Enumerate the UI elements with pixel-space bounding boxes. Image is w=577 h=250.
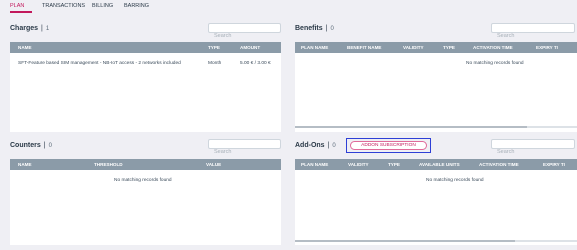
addons-col-activation-time[interactable]: ACTIVATION TIME <box>479 159 519 170</box>
active-tab-indicator <box>10 11 32 13</box>
benefits-col-type[interactable]: TYPE <box>443 42 455 53</box>
charges-cell-name: SFT-Feature based SIM management - NB-Io… <box>18 61 181 66</box>
counters-title: Counters <box>10 142 41 149</box>
addons-table-header: PLAN NAME VALIDITY TYPE AVAILABLE UNITS … <box>295 159 577 170</box>
benefits-col-benefit-name[interactable]: BENEFIT NAME <box>347 42 381 53</box>
benefits-empty-message: No matching records found <box>466 61 524 66</box>
benefits-col-validity[interactable]: VALIDITY <box>403 42 424 53</box>
charges-header: Charges | 1 <box>10 25 49 32</box>
tab-billing[interactable]: BILLING <box>92 3 113 9</box>
charges-count: 1 <box>45 26 50 32</box>
addons-title: Add-Ons <box>295 142 325 149</box>
charges-col-name[interactable]: NAME <box>18 42 32 53</box>
counters-search[interactable] <box>208 139 281 156</box>
charges-table-header: NAME TYPE AMOUNT <box>10 42 281 53</box>
counters-table: NAME THRESHOLD VALUE No matching records… <box>10 159 281 245</box>
charges-search-input[interactable] <box>209 32 280 40</box>
charges-table: NAME TYPE AMOUNT SFT-Feature based SIM m… <box>10 42 281 132</box>
benefits-scrollbar-thumb[interactable] <box>295 126 527 128</box>
tab-bar: PLAN TRANSACTIONS BILLING BARRING <box>0 0 577 15</box>
benefits-col-activation-time[interactable]: ACTIVATION TIME <box>473 42 513 53</box>
addons-col-validity[interactable]: VALIDITY <box>348 159 369 170</box>
addons-empty-message: No matching records found <box>426 178 484 183</box>
charges-separator: | <box>41 25 43 32</box>
counters-separator: | <box>43 142 46 149</box>
benefits-separator: | <box>325 25 328 32</box>
addons-count: 0 <box>332 143 336 149</box>
charges-col-amount[interactable]: AMOUNT <box>240 42 260 53</box>
addons-col-plan-name[interactable]: PLAN NAME <box>301 159 328 170</box>
addons-col-available-units[interactable]: AVAILABLE UNITS <box>419 159 460 170</box>
charges-cell-amount: 5.00 € / 3.00 € <box>240 61 271 66</box>
counters-search-input[interactable] <box>209 148 280 156</box>
benefits-count: 0 <box>330 26 334 32</box>
tab-plan[interactable]: PLAN <box>10 3 24 9</box>
addons-header: Add-Ons | 0 <box>295 142 336 149</box>
addons-separator: | <box>327 142 330 149</box>
addon-subscription-button[interactable]: ADDON SUBSCRIPTION <box>350 141 427 150</box>
addons-col-type[interactable]: TYPE <box>388 159 400 170</box>
tab-transactions[interactable]: TRANSACTIONS <box>42 3 85 9</box>
benefits-title: Benefits <box>295 25 323 32</box>
addons-table: PLAN NAME VALIDITY TYPE AVAILABLE UNITS … <box>295 159 577 245</box>
addons-col-expiry-time[interactable]: EXPIRY TI <box>543 159 565 170</box>
benefits-header: Benefits | 0 <box>295 25 334 32</box>
counters-col-value[interactable]: VALUE <box>206 159 221 170</box>
benefits-col-plan-name[interactable]: PLAN NAME <box>301 42 328 53</box>
addons-scrollbar-thumb[interactable] <box>295 240 515 242</box>
counters-header: Counters | 0 <box>10 142 52 149</box>
addons-search-input[interactable] <box>492 148 574 156</box>
addons-search[interactable] <box>491 139 575 156</box>
benefits-table-header: PLAN NAME BENEFIT NAME VALIDITY TYPE ACT… <box>295 42 577 53</box>
counters-empty-message: No matching records found <box>114 178 172 183</box>
counters-col-name[interactable]: NAME <box>18 159 32 170</box>
benefits-table: PLAN NAME BENEFIT NAME VALIDITY TYPE ACT… <box>295 42 577 132</box>
charges-cell-type: Month <box>208 61 222 66</box>
benefits-search-input[interactable] <box>492 32 574 40</box>
counters-table-header: NAME THRESHOLD VALUE <box>10 159 281 170</box>
tab-barring[interactable]: BARRING <box>124 3 149 9</box>
benefits-search[interactable] <box>491 23 575 40</box>
counters-col-threshold[interactable]: THRESHOLD <box>94 159 123 170</box>
charges-search[interactable] <box>208 23 281 40</box>
charges-col-type[interactable]: TYPE <box>208 42 220 53</box>
charges-title: Charges <box>10 25 39 32</box>
counters-count: 0 <box>48 143 52 149</box>
benefits-col-expiry-time[interactable]: EXPIRY TI <box>536 42 558 53</box>
